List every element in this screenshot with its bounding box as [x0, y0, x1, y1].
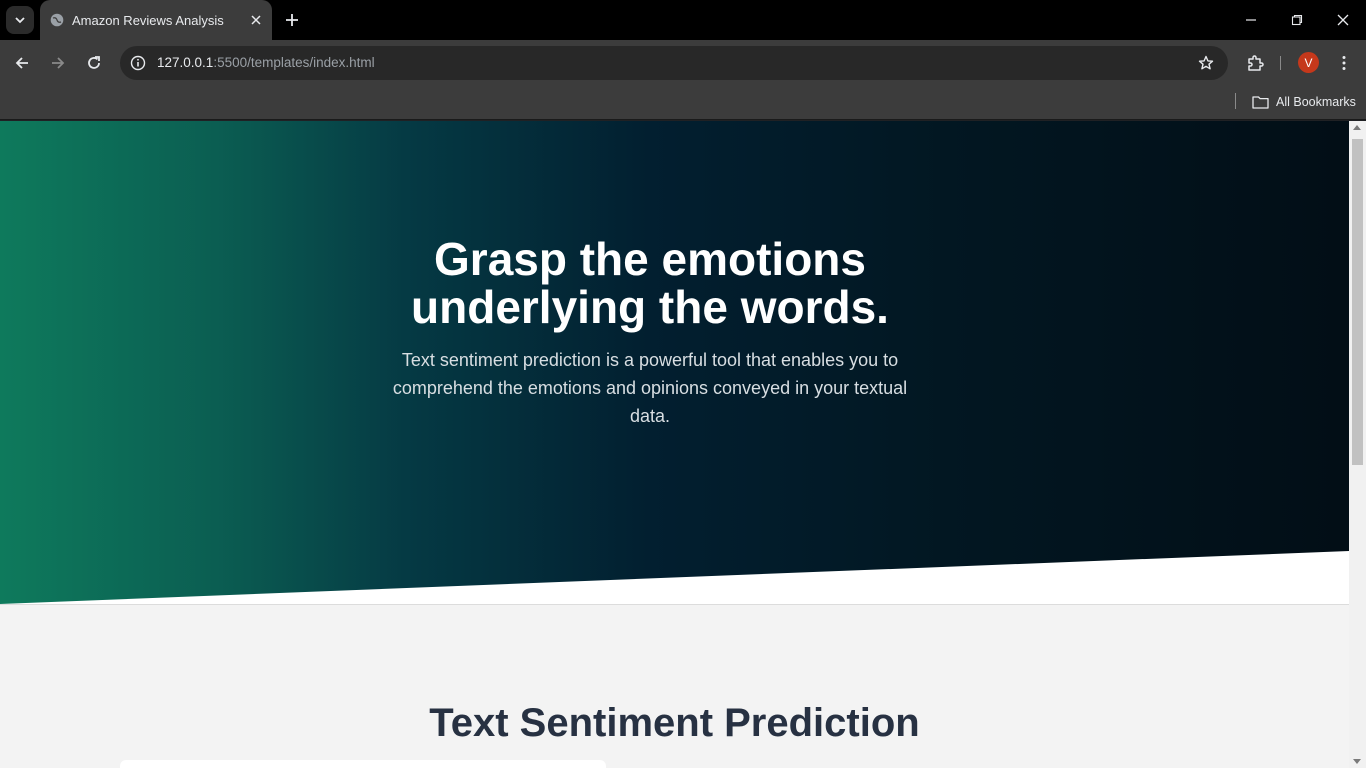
minimize-button[interactable] — [1241, 10, 1261, 30]
hero-section: Grasp the emotions underlying the words. … — [0, 121, 1349, 605]
hero-title-line-1: Grasp the emotions — [434, 233, 866, 285]
url-path: :5500/templates/index.html — [213, 55, 375, 70]
scroll-down-arrow-icon[interactable] — [1353, 759, 1361, 764]
menu-button[interactable] — [1332, 51, 1356, 75]
profile-avatar[interactable]: V — [1298, 52, 1319, 73]
bookmarks-separator — [1235, 93, 1236, 109]
active-tab[interactable]: Amazon Reviews Analysis — [40, 0, 272, 40]
hero-title-line-2: underlying the words. — [411, 281, 889, 333]
restore-icon — [1291, 14, 1303, 26]
tab-title: Amazon Reviews Analysis — [72, 13, 224, 28]
page-scrollbar[interactable] — [1349, 121, 1366, 768]
url-host: 127.0.0.1 — [157, 55, 214, 70]
close-icon — [251, 15, 261, 25]
browser-toolbar: 127.0.0.1:5500/templates/index.html V — [0, 40, 1366, 86]
toolbar-separator — [1280, 56, 1281, 70]
chevron-down-icon — [15, 17, 25, 24]
close-icon — [1337, 14, 1349, 26]
page-viewport: Grasp the emotions underlying the words. … — [0, 121, 1349, 768]
hero-subtitle: Text sentiment prediction is a powerful … — [392, 350, 908, 426]
prediction-card — [120, 760, 606, 768]
tab-search-button[interactable] — [6, 6, 34, 34]
scroll-up-arrow-icon[interactable] — [1353, 125, 1361, 130]
minimize-icon — [1246, 19, 1256, 21]
globe-icon — [50, 13, 64, 27]
bookmarks-bar: All Bookmarks — [0, 86, 1366, 120]
info-icon — [130, 55, 146, 71]
plus-icon — [286, 14, 298, 26]
title-bar: Amazon Reviews Analysis — [0, 0, 1366, 40]
all-bookmarks-button[interactable]: All Bookmarks — [1252, 92, 1356, 112]
folder-icon — [1252, 96, 1269, 109]
forward-button[interactable] — [46, 51, 70, 75]
puzzle-icon — [1248, 55, 1264, 71]
star-icon — [1198, 55, 1214, 70]
scrollbar-thumb[interactable] — [1352, 139, 1363, 465]
kebab-menu-icon — [1342, 56, 1346, 70]
bookmark-star-button[interactable] — [1196, 53, 1216, 73]
section-title: Text Sentiment Prediction — [429, 701, 920, 745]
address-bar[interactable]: 127.0.0.1:5500/templates/index.html — [120, 46, 1228, 80]
restore-button[interactable] — [1287, 10, 1307, 30]
close-window-button[interactable] — [1333, 10, 1353, 30]
site-info-button[interactable] — [128, 53, 148, 73]
reload-button[interactable] — [82, 51, 106, 75]
url-text[interactable]: 127.0.0.1:5500/templates/index.html — [157, 55, 375, 70]
extensions-button[interactable] — [1243, 51, 1267, 75]
arrow-right-icon — [52, 57, 65, 69]
reload-icon — [88, 56, 100, 69]
all-bookmarks-label: All Bookmarks — [1276, 95, 1356, 109]
new-tab-button[interactable] — [282, 10, 302, 30]
hero-title: Grasp the emotions underlying the words. — [330, 235, 970, 331]
arrow-left-icon — [15, 57, 28, 69]
back-button[interactable] — [10, 51, 34, 75]
tab-close-button[interactable] — [248, 12, 264, 28]
